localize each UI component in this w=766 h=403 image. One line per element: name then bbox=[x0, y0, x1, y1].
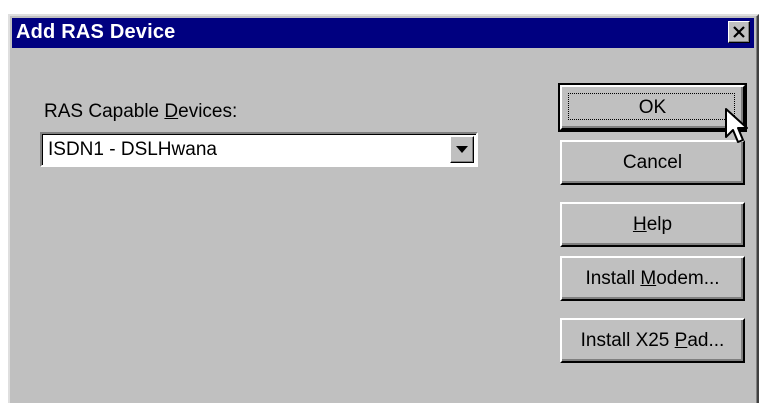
close-button[interactable] bbox=[728, 21, 750, 43]
mouse-pointer-icon bbox=[725, 108, 748, 143]
devices-label: RAS Capable Devices: bbox=[44, 101, 238, 122]
focus-ring bbox=[568, 93, 735, 120]
devices-dropdown[interactable]: ISDN1 - DSLHwana bbox=[40, 132, 478, 167]
devices-dropdown-value: ISDN1 - DSLHwana bbox=[48, 139, 217, 160]
dropdown-arrow-button[interactable] bbox=[450, 136, 474, 163]
ok-button[interactable]: OK bbox=[558, 83, 747, 132]
chevron-down-icon bbox=[456, 146, 468, 153]
help-button[interactable]: Help bbox=[560, 202, 745, 247]
install-x25-pad-button[interactable]: Install X25 Pad... bbox=[560, 318, 745, 363]
title-bar[interactable]: Add RAS Device bbox=[12, 18, 754, 48]
cancel-button[interactable]: Cancel bbox=[560, 140, 745, 185]
install-modem-button[interactable]: Install Modem... bbox=[560, 256, 745, 301]
window-title: Add RAS Device bbox=[16, 21, 176, 43]
close-icon bbox=[733, 26, 745, 38]
add-ras-device-dialog: Add RAS Device RAS Capable Devices: ISDN… bbox=[8, 14, 759, 403]
